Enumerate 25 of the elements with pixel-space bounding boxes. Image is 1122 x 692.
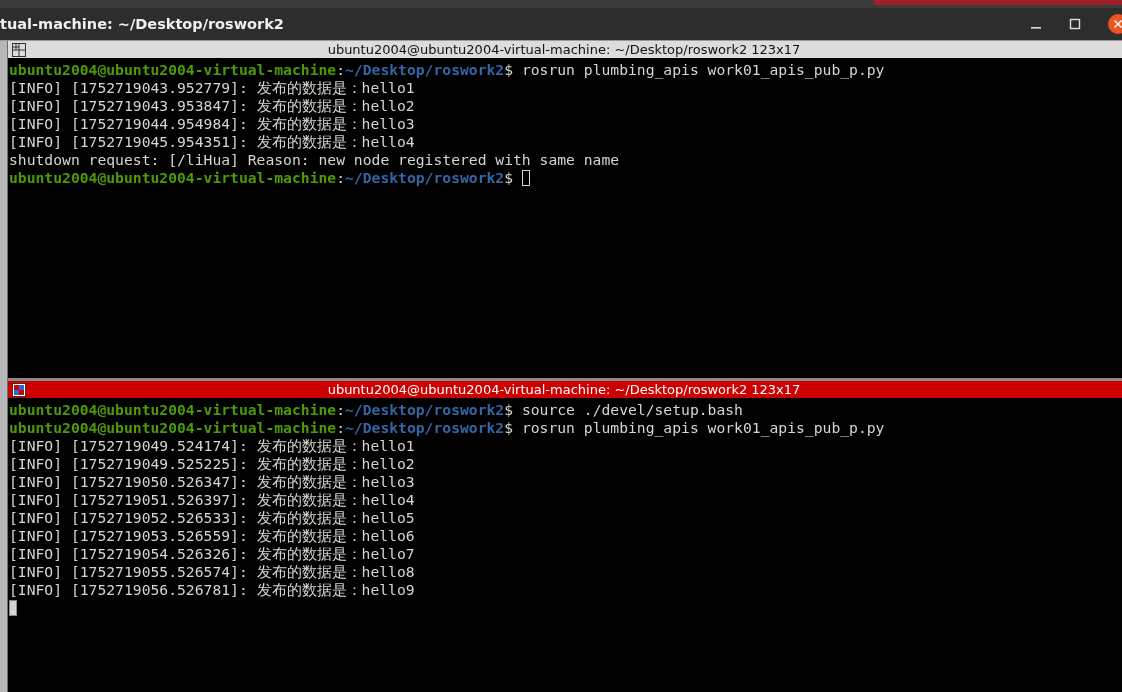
prompt-line: ubuntu2004@ubuntu2004-virtual-machine:~/Desktop/roswork2$ rosrun plumbing_apis work01_apis_pub_p.py	[9, 61, 885, 79]
terminal-menu-icon[interactable]	[12, 382, 26, 397]
output-line: [INFO] [1752719054.526326]: 发布的数据是：hello7	[9, 545, 415, 563]
close-icon[interactable]	[1108, 14, 1122, 34]
prompt-line: ubuntu2004@ubuntu2004-virtual-machine:~/Desktop/roswork2$	[9, 169, 514, 187]
output-line: [INFO] [1752719043.953847]: 发布的数据是：hello2	[9, 97, 415, 115]
output-line: [INFO] [1752719045.954351]: 发布的数据是：hello4	[9, 133, 415, 151]
prompt-line: ubuntu2004@ubuntu2004-virtual-machine:~/Desktop/roswork2$ source ./devel/setup.bash	[9, 401, 743, 419]
output-line: shutdown request: [/liHua] Reason: new node registered with same name	[9, 151, 620, 169]
maximize-icon[interactable]	[1069, 18, 1081, 30]
terminal-menu-icon[interactable]	[12, 42, 26, 57]
pane-title: ubuntu2004@ubuntu2004-virtual-machine: ~/Desktop/roswork2 123x17	[326, 382, 802, 397]
pane-title: ubuntu2004@ubuntu2004-virtual-machine: ~/Desktop/roswork2 123x17	[326, 42, 802, 57]
output-line: [INFO] [1752719053.526559]: 发布的数据是：hello6	[9, 527, 415, 545]
output-line: [INFO] [1752719044.954984]: 发布的数据是：hello3	[9, 115, 415, 133]
output-line: [INFO] [1752719056.526781]: 发布的数据是：hello9	[9, 581, 415, 599]
output-line: [INFO] [1752719051.526397]: 发布的数据是：hello4	[9, 491, 415, 509]
output-line: [INFO] [1752719055.526574]: 发布的数据是：hello8	[9, 563, 415, 581]
output-line: [INFO] [1752719043.952779]: 发布的数据是：hello1	[9, 79, 415, 97]
output-line: [INFO] [1752719049.524174]: 发布的数据是：hello1	[9, 437, 415, 455]
output-line: [INFO] [1752719052.526533]: 发布的数据是：hello5	[9, 509, 415, 527]
prompt-line: ubuntu2004@ubuntu2004-virtual-machine:~/Desktop/roswork2$ rosrun plumbing_apis work01_apis_pub_p.py	[9, 419, 885, 437]
output-line: [INFO] [1752719050.526347]: 发布的数据是：hello3	[9, 473, 415, 491]
window-title: tual-machine: ~/Desktop/roswork2	[0, 16, 284, 32]
output-line: [INFO] [1752719049.525225]: 发布的数据是：hello2	[9, 455, 415, 473]
